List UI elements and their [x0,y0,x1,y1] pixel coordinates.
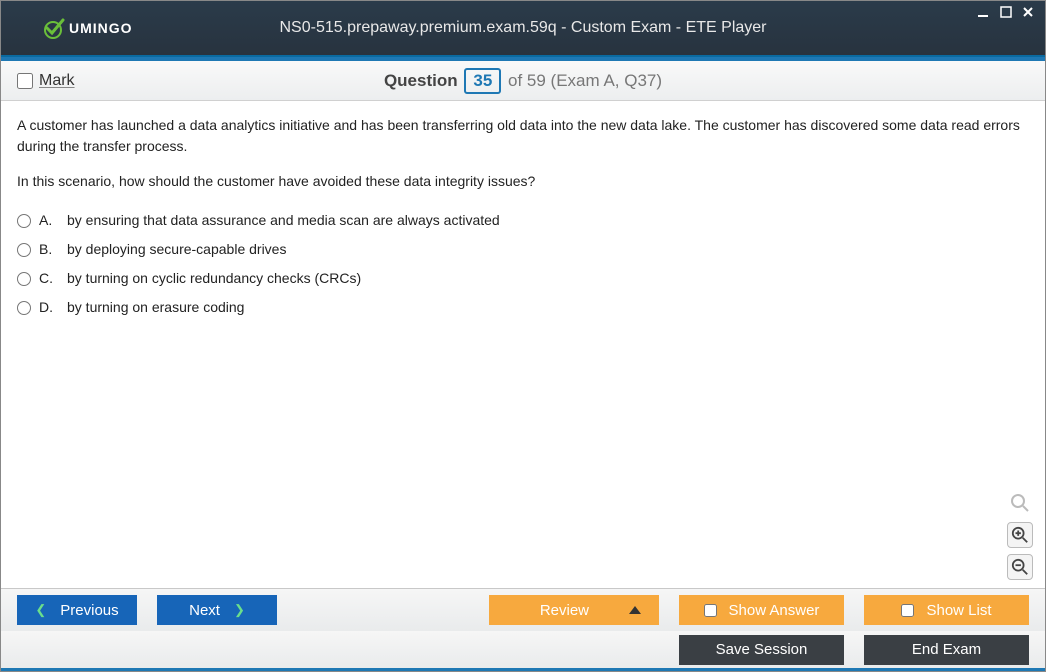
answer-options: A. by ensuring that data assurance and m… [17,206,1029,322]
mark-checkbox-wrap[interactable]: Mark [17,72,75,90]
action-row-2: Save Session End Exam [1,631,1045,671]
checkmark-icon [41,16,65,40]
answer-text: by ensuring that data assurance and medi… [67,210,500,231]
show-answer-label: Show Answer [729,602,820,619]
minimize-button[interactable] [975,5,993,21]
answer-radio-b[interactable] [17,243,31,257]
previous-label: Previous [60,602,118,619]
mark-checkbox[interactable] [17,73,33,89]
show-answer-checkbox[interactable] [704,604,717,617]
end-exam-label: End Exam [912,641,981,658]
question-number: 35 [464,68,501,94]
titlebar: UMINGO NS0-515.prepaway.premium.exam.59q… [1,1,1045,57]
question-word: Question [384,71,458,90]
question-header: Mark Question 35 of 59 (Exam A, Q37) [1,61,1045,101]
answer-letter: B. [39,239,59,260]
answer-option[interactable]: D. by turning on erasure coding [17,293,1029,322]
answer-letter: C. [39,268,59,289]
show-list-label: Show List [926,602,991,619]
zoom-in-button[interactable] [1007,522,1033,548]
answer-text: by turning on cyclic redundancy checks (… [67,268,361,289]
answer-radio-c[interactable] [17,272,31,286]
review-label: Review [540,602,589,619]
chevron-left-icon: ❮ [35,602,46,618]
brand-text: UMINGO [69,20,133,36]
question-paragraph-2: In this scenario, how should the custome… [17,171,1029,192]
answer-radio-d[interactable] [17,301,31,315]
window-controls [975,5,1037,21]
close-button[interactable] [1019,5,1037,21]
question-content: A customer has launched a data analytics… [1,101,1045,588]
action-row-1: ❮ Previous Next ❯ Review Show Answer Sho… [1,589,1045,631]
answer-option[interactable]: A. by ensuring that data assurance and m… [17,206,1029,235]
next-label: Next [189,602,220,619]
answer-radio-a[interactable] [17,214,31,228]
question-paragraph-1: A customer has launched a data analytics… [17,115,1029,157]
mark-label: Mark [39,72,75,90]
zoom-controls [1007,490,1033,580]
answer-letter: D. [39,297,59,318]
maximize-button[interactable] [997,5,1015,21]
next-button[interactable]: Next ❯ [157,595,277,625]
search-icon[interactable] [1007,490,1033,516]
chevron-right-icon: ❯ [234,602,245,618]
answer-text: by deploying secure-capable drives [67,239,286,260]
answer-option[interactable]: C. by turning on cyclic redundancy check… [17,264,1029,293]
end-exam-button[interactable]: End Exam [864,635,1029,665]
question-indicator: Question 35 of 59 (Exam A, Q37) [1,68,1045,94]
triangle-up-icon [629,606,641,614]
review-button[interactable]: Review [489,595,659,625]
save-session-label: Save Session [716,641,808,658]
bottom-toolbar: ❮ Previous Next ❯ Review Show Answer Sho… [1,588,1045,671]
brand-logo: UMINGO [41,16,133,40]
answer-text: by turning on erasure coding [67,297,244,318]
window-title: NS0-515.prepaway.premium.exam.59q - Cust… [1,19,1045,37]
show-list-button[interactable]: Show List [864,595,1029,625]
answer-letter: A. [39,210,59,231]
show-answer-button[interactable]: Show Answer [679,595,844,625]
answer-option[interactable]: B. by deploying secure-capable drives [17,235,1029,264]
previous-button[interactable]: ❮ Previous [17,595,137,625]
show-list-checkbox[interactable] [901,604,914,617]
save-session-button[interactable]: Save Session [679,635,844,665]
zoom-out-button[interactable] [1007,554,1033,580]
question-total: of 59 (Exam A, Q37) [508,71,662,90]
